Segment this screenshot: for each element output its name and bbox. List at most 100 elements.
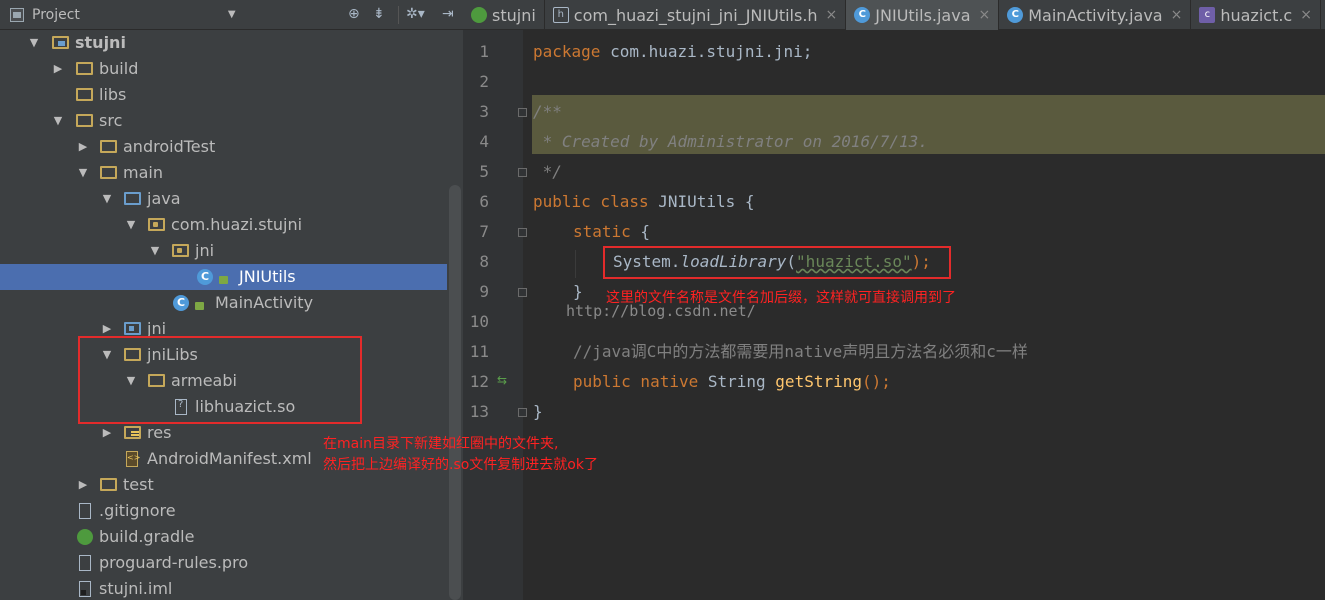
close-icon[interactable]: × [826, 7, 838, 23]
code-line-6: public class JNIUtils { [533, 187, 755, 217]
line-number: 11 [469, 342, 489, 361]
collapse-arrow-icon[interactable]: ▶ [101, 321, 113, 337]
annotation-box-jnilibs [78, 336, 362, 424]
fold-marker-icon[interactable] [518, 228, 527, 237]
android-icon [471, 7, 487, 23]
tree-item-label: stujni.iml [99, 579, 173, 598]
code-token: { [630, 222, 651, 241]
tree-item-label: androidTest [123, 137, 216, 156]
code-line-12: public native String getString(); [573, 367, 891, 397]
tree-item[interactable]: ▶ test [0, 472, 447, 498]
annotation-tree-note-1: 在main目录下新建如红圈中的文件夹, [323, 436, 559, 452]
expand-arrow-icon[interactable]: ▼ [101, 191, 113, 207]
expand-arrow-icon[interactable]: ▼ [77, 165, 89, 181]
package-icon [172, 244, 189, 257]
expand-arrow-icon[interactable]: ▼ [125, 217, 137, 233]
collapse-arrow-icon[interactable]: ▶ [77, 139, 89, 155]
tree-item[interactable]: stujni.iml [0, 576, 447, 600]
tab-mainactivity-java[interactable]: C MainActivity.java × [999, 0, 1192, 30]
tree-scrollbar[interactable] [449, 185, 461, 600]
expand-arrow-icon[interactable]: ▼ [52, 113, 64, 129]
tree-item[interactable]: ▼ com.huazi.stujni [0, 212, 447, 238]
expand-arrow-icon[interactable]: ▼ [28, 35, 40, 51]
tab-label: stujni [492, 5, 536, 25]
tree-item[interactable]: build.gradle [0, 524, 447, 550]
line-number: 8 [479, 252, 489, 271]
tree-item-label: build.gradle [99, 527, 195, 546]
tree-item[interactable]: .gitignore [0, 498, 447, 524]
folder-icon [76, 62, 93, 75]
tab-jniutils-java[interactable]: C JNIUtils.java × [846, 0, 1000, 30]
package-icon [148, 218, 165, 231]
collapse-arrow-icon[interactable]: ▶ [101, 425, 113, 441]
fold-marker-icon[interactable] [518, 168, 527, 177]
fold-marker-icon[interactable] [518, 288, 527, 297]
class-icon: C [197, 269, 213, 285]
tree-item-selected[interactable]: C JNIUtils [0, 264, 447, 290]
indent-guide [575, 250, 576, 278]
gear-icon[interactable]: ✲▾ [406, 6, 425, 22]
close-icon[interactable]: × [1300, 7, 1312, 23]
fold-marker-icon[interactable] [518, 108, 527, 117]
code-line-7: static { [573, 217, 650, 247]
line-number: 10 [469, 312, 489, 331]
scroll-from-source-icon[interactable]: ⊕ [348, 6, 360, 22]
tab-jniutils-header[interactable]: h com_huazi_stujni_jni_JNIUtils.h × [545, 0, 847, 30]
implementation-marker-icon[interactable]: ⇆ [497, 373, 507, 387]
tree-item[interactable]: ▼ jni [0, 238, 447, 264]
line-number: 9 [479, 282, 489, 301]
expand-arrow-icon[interactable]: ▼ [149, 243, 161, 259]
tree-item-label: main [123, 163, 163, 182]
tree-item[interactable]: ▶ build [0, 56, 447, 82]
tab-label: JNIUtils.java [875, 5, 971, 25]
code-line-13: } [533, 402, 543, 421]
tree-item[interactable]: ▼ stujni [0, 30, 447, 56]
keyword-token: class [590, 192, 649, 211]
tree-item[interactable]: ▼ src [0, 108, 447, 134]
tab-huazict-c[interactable]: c huazict.c × [1191, 0, 1321, 30]
code-token: com.huazi.stujni.jni; [600, 42, 813, 61]
line-number: 6 [479, 192, 489, 211]
tree-item[interactable]: ▼ main [0, 160, 447, 186]
annotation-tree-note-2: 然后把上边编译好的.so文件复制进去就ok了 [323, 457, 598, 473]
iml-file-icon [79, 581, 91, 597]
tree-item-label: com.huazi.stujni [171, 215, 303, 234]
keyword-token: native [630, 372, 699, 391]
tree-item[interactable]: ▶ androidTest [0, 134, 447, 160]
code-token: (); [862, 372, 891, 391]
close-icon[interactable]: × [979, 7, 991, 23]
tree-item-label: AndroidManifest.xml [147, 449, 312, 468]
tab-label: MainActivity.java [1028, 5, 1163, 25]
tree-item[interactable]: ▼ java [0, 186, 447, 212]
annotation-box-loadlibrary [603, 246, 951, 279]
line-number: 13 [469, 402, 489, 421]
keyword-token: public [573, 372, 631, 391]
project-icon [10, 7, 24, 22]
gradle-icon [77, 529, 93, 545]
collapse-all-icon[interactable]: ⇟ [373, 6, 385, 22]
tree-item-label: test [123, 475, 154, 494]
line-number: 3 [479, 102, 489, 121]
folder-icon [76, 88, 93, 101]
line-number: 4 [479, 132, 489, 151]
hide-panel-icon[interactable]: ⇥ [442, 6, 454, 22]
fold-marker-icon[interactable] [518, 408, 527, 417]
tree-item-label: stujni [75, 33, 126, 52]
tree-item[interactable]: C MainActivity [0, 290, 447, 316]
tree-item-label: .gitignore [99, 501, 176, 520]
tree-item[interactable]: proguard-rules.pro [0, 550, 447, 576]
close-icon[interactable]: × [1171, 7, 1183, 23]
c-file-icon: c [1199, 7, 1216, 23]
source-folder-icon [124, 192, 141, 205]
collapse-arrow-icon[interactable]: ▶ [52, 61, 64, 77]
tree-item-label: MainActivity [215, 293, 314, 312]
collapse-arrow-icon[interactable]: ▶ [77, 477, 89, 493]
tree-item[interactable]: libs [0, 82, 447, 108]
folder-icon [100, 140, 117, 153]
project-panel-title[interactable]: Project [32, 7, 80, 23]
project-tree[interactable]: ▼ stujni ▶ build libs ▼ src ▶ androidTes… [0, 30, 447, 600]
code-line-3: /** [533, 102, 562, 121]
class-icon: C [854, 7, 871, 23]
chevron-down-icon[interactable]: ▼ [228, 9, 236, 20]
tab-stujni[interactable]: stujni [463, 0, 545, 30]
